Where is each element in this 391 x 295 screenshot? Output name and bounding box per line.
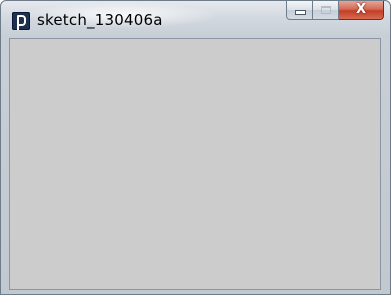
- app-window: sketch_130406a X: [0, 0, 391, 295]
- window-title: sketch_130406a: [37, 11, 163, 29]
- close-icon: X: [355, 2, 367, 17]
- close-button[interactable]: X: [339, 1, 384, 20]
- minimize-button[interactable]: [286, 1, 313, 20]
- maximize-button[interactable]: [313, 1, 339, 20]
- processing-app-icon[interactable]: [12, 12, 30, 30]
- p-glyph-icon: [16, 15, 26, 30]
- minimize-icon: [296, 11, 305, 14]
- maximize-icon: [321, 6, 331, 14]
- title-bar[interactable]: sketch_130406a X: [1, 1, 390, 37]
- sketch-canvas[interactable]: [9, 38, 381, 290]
- caption-buttons: X: [286, 1, 384, 21]
